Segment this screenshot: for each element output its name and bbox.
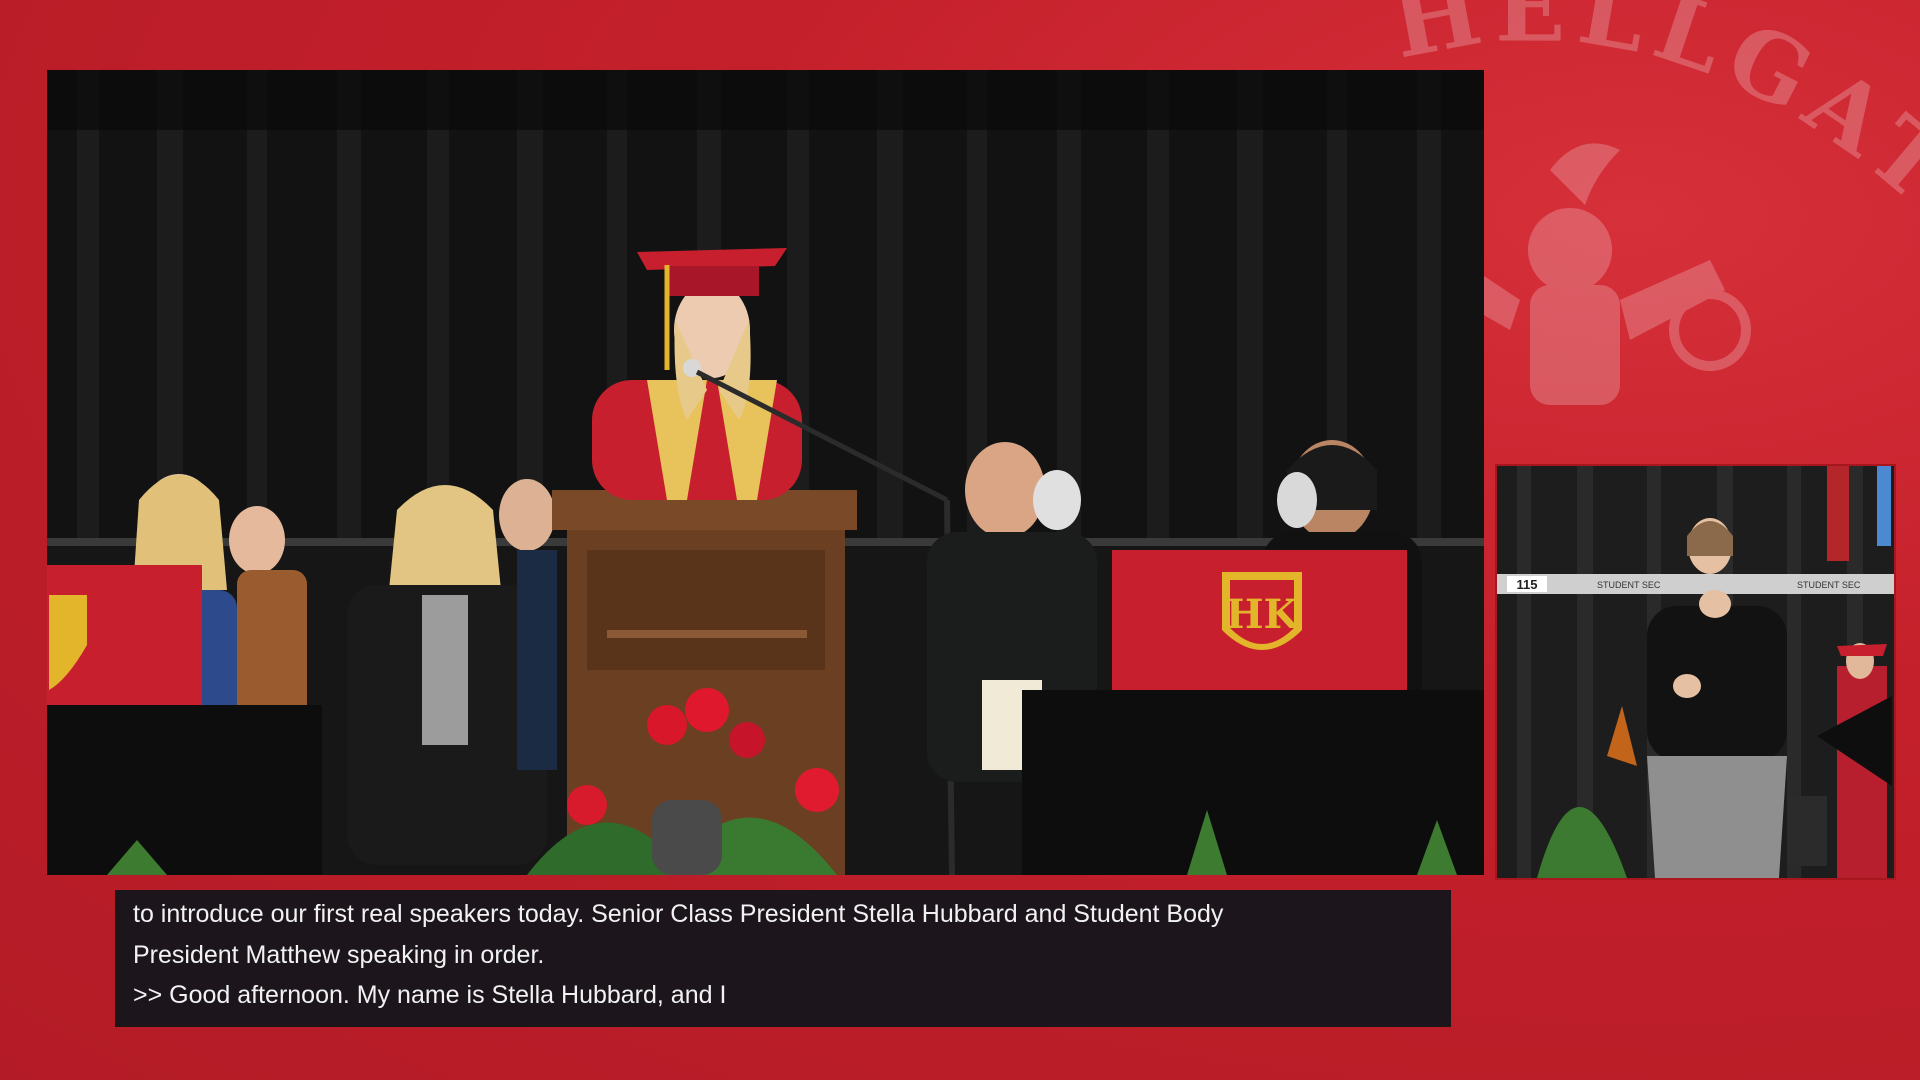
caption-line-3: >> Good afternoon. My name is Stella Hub… [133,981,727,1009]
caption-box: to introduce our first real speakers tod… [115,890,1451,1027]
caption-line-1: to introduce our first real speakers tod… [133,900,1224,928]
shield-monogram: HK [1226,591,1300,638]
caption-line-2: President Matthew speaking in order. [133,940,545,969]
knight-watermark-icon [1440,143,1751,405]
stage-scene: HK [47,70,1484,875]
interpreter-scene: 115 STUDENT SEC STUDENT SEC [1497,466,1894,878]
section-sign-left: STUDENT SEC [1597,580,1661,590]
section-sign-right: STUDENT SEC [1797,580,1861,590]
section-number: 115 [1517,577,1538,592]
main-video-feed: HK [47,70,1484,875]
interpreter-video-feed: 115 STUDENT SEC STUDENT SEC [1497,466,1894,878]
